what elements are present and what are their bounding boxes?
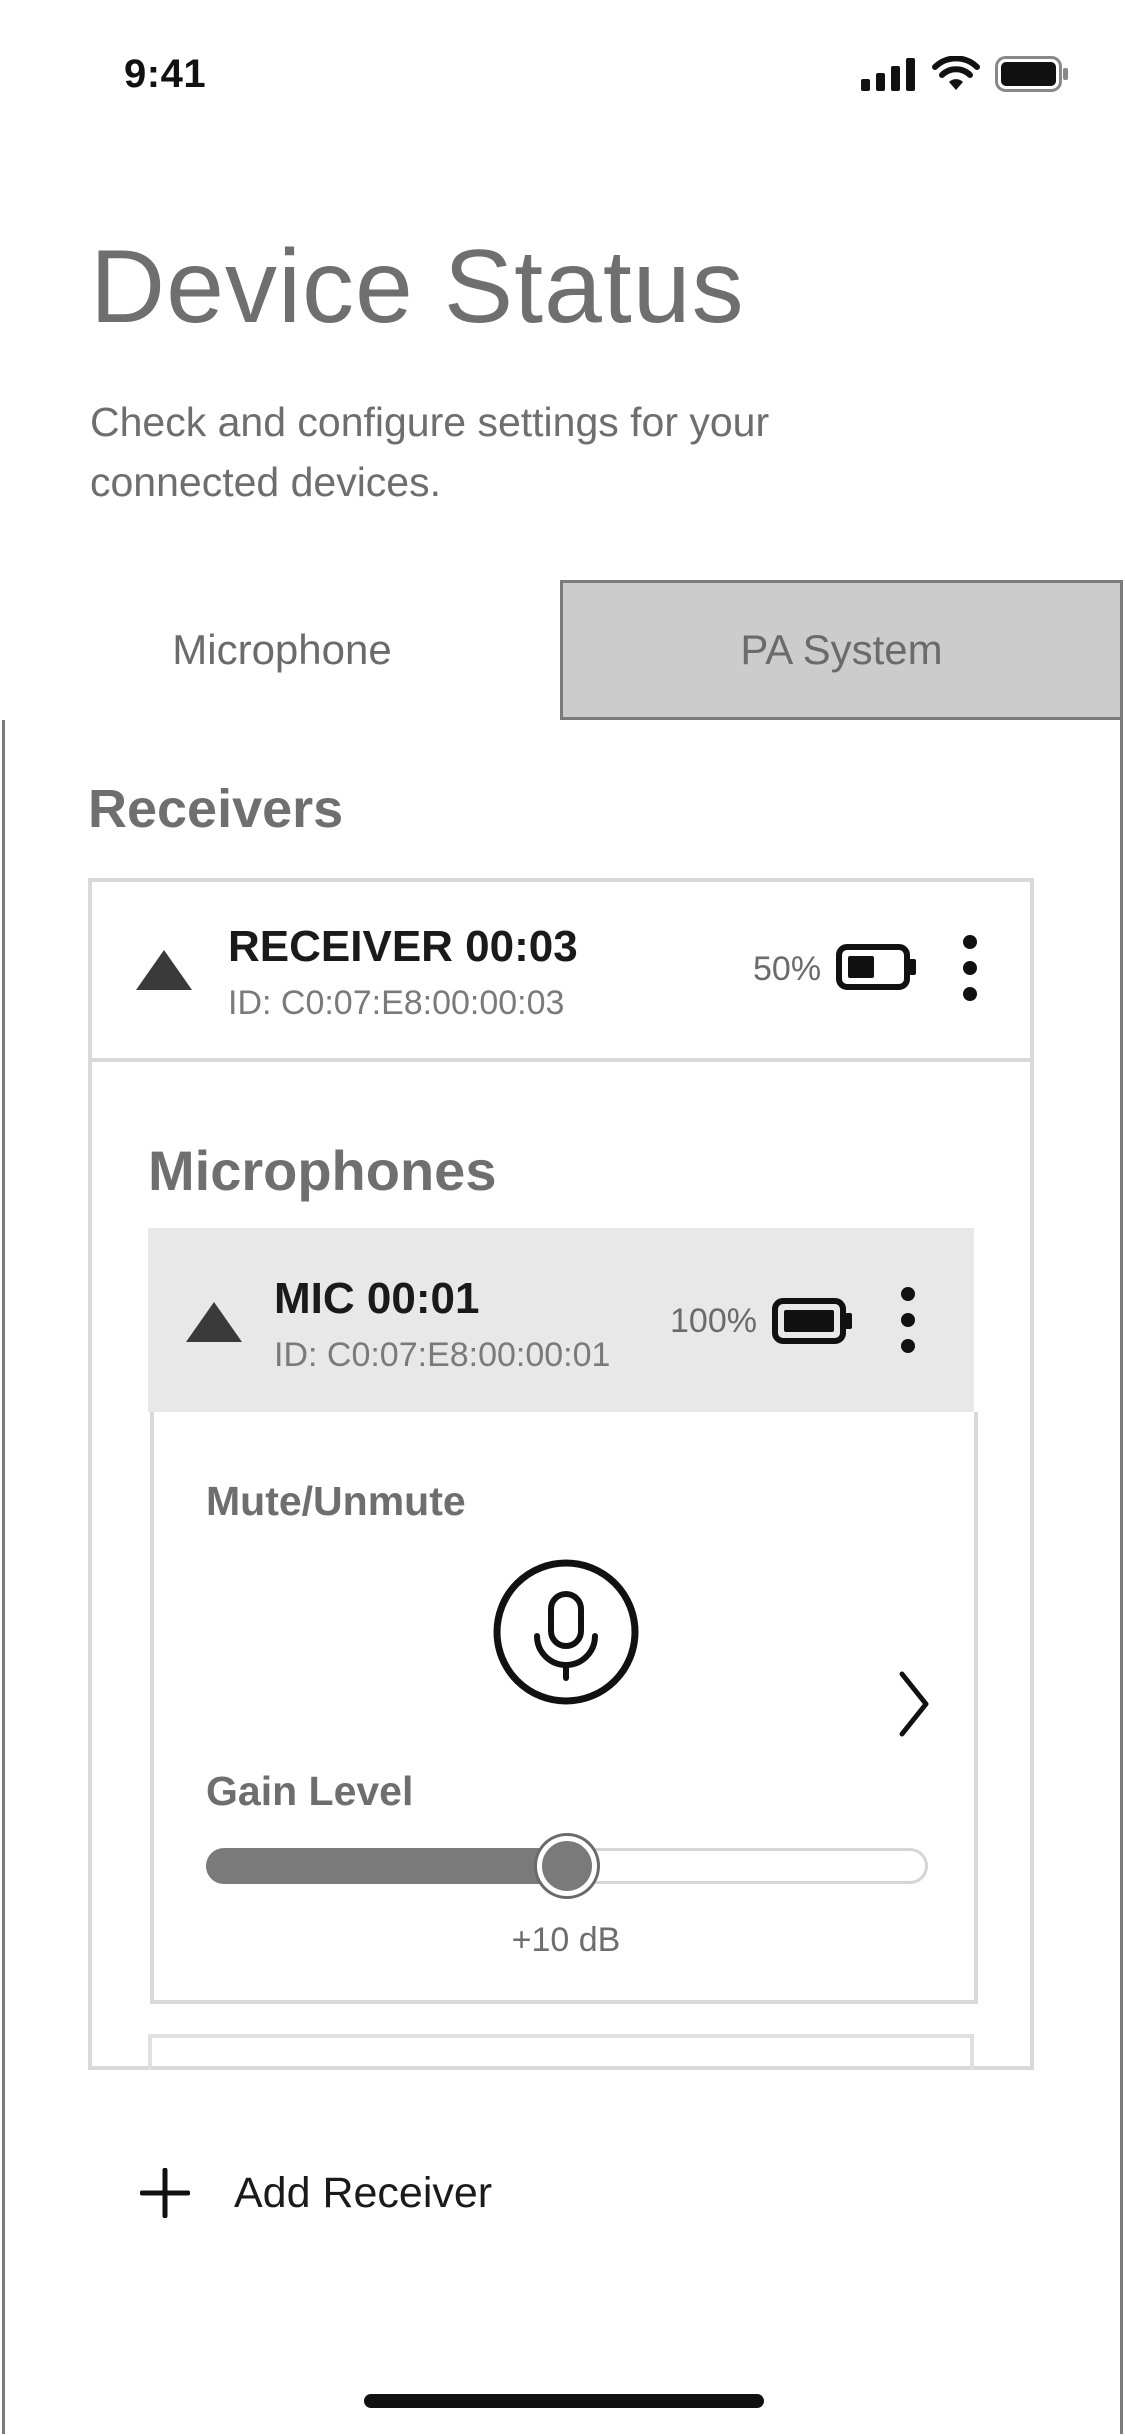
receiver-header[interactable]: RECEIVER 00:03 ID: C0:07:E8:00:00:03 50% <box>88 878 1034 1062</box>
more-options-icon[interactable] <box>958 934 982 1002</box>
page-subtitle: Check and configure settings for your co… <box>90 399 770 505</box>
mic-header[interactable]: MIC 00:01 ID: C0:07:E8:00:00:01 100% <box>148 1228 974 1412</box>
microphone-mute-button[interactable] <box>492 1558 640 1706</box>
receiver-id: ID: C0:07:E8:00:00:03 <box>228 984 565 1022</box>
gain-slider-fill <box>206 1848 567 1884</box>
next-mic-card[interactable] <box>148 2034 974 2070</box>
collapse-triangle-icon[interactable] <box>184 1300 244 1344</box>
battery-icon <box>995 56 1068 92</box>
gain-level-label: Gain Level <box>206 1768 414 1814</box>
receivers-title: Receivers <box>88 779 344 839</box>
wifi-icon <box>932 56 980 90</box>
collapse-triangle-icon[interactable] <box>134 948 194 992</box>
add-receiver-button[interactable]: Add Receiver <box>140 2168 492 2218</box>
signal-icon <box>861 58 915 91</box>
receiver-battery-percent: 50% <box>753 950 822 988</box>
microphones-title: Microphones <box>148 1139 497 1202</box>
mic-battery-percent: 100% <box>670 1302 757 1340</box>
mic-id: ID: C0:07:E8:00:00:01 <box>274 1336 611 1374</box>
tab-pa-system[interactable]: PA System <box>560 580 1123 720</box>
mute-label: Mute/Unmute <box>206 1478 466 1524</box>
battery-full-icon <box>772 1298 852 1344</box>
gain-value: +10 dB <box>511 1921 621 1959</box>
status-icons <box>861 56 1069 92</box>
more-options-icon[interactable] <box>896 1286 920 1354</box>
page-title: Device Status <box>90 229 745 345</box>
chevron-right-icon[interactable] <box>896 1670 932 1738</box>
status-time: 9:41 <box>124 52 207 96</box>
add-receiver-label: Add Receiver <box>234 2168 493 2217</box>
gain-slider-thumb[interactable] <box>537 1836 597 1896</box>
home-indicator[interactable] <box>364 2394 764 2408</box>
receiver-name: RECEIVER 00:03 <box>228 922 578 971</box>
tab-microphone[interactable]: Microphone <box>2 580 562 720</box>
battery-half-icon <box>836 944 916 990</box>
plus-icon <box>140 2168 190 2218</box>
mic-name: MIC 00:01 <box>274 1274 480 1323</box>
